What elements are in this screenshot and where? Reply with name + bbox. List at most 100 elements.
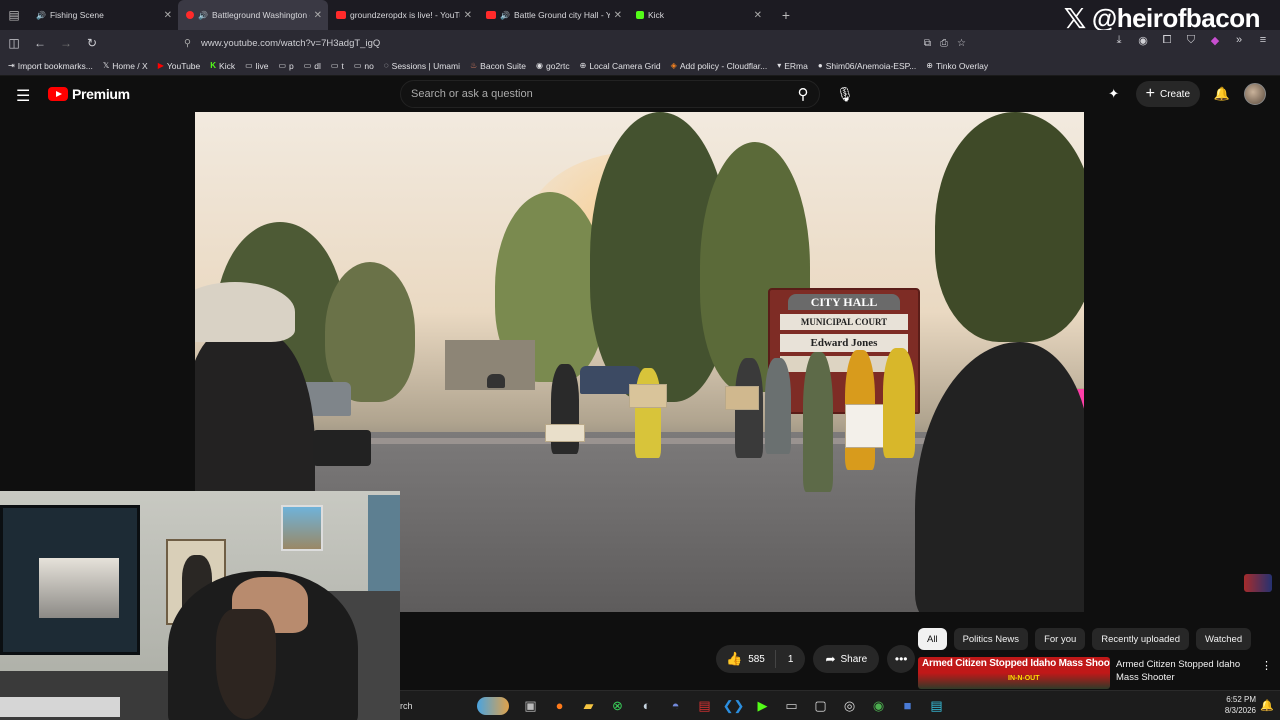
- profile-extension-icon[interactable]: ◆: [1208, 34, 1222, 47]
- protest-sign: [545, 424, 585, 442]
- bookmark-folder-live[interactable]: ▭ live: [245, 61, 268, 71]
- account-avatar[interactable]: [1244, 83, 1266, 105]
- window-app-icon[interactable]: ▢: [806, 691, 835, 720]
- search-input[interactable]: Search or ask a question: [400, 80, 820, 108]
- bookmark-youtube[interactable]: ▶ YouTube: [158, 61, 201, 71]
- globe-icon: ⊕: [579, 61, 587, 70]
- file-explorer-icon[interactable]: ▰: [574, 691, 603, 720]
- bookmark-folder-dl[interactable]: ▭ dl: [304, 61, 321, 71]
- bookmark-tinko[interactable]: ⊕ Tinko Overlay: [926, 61, 988, 71]
- chip-politics-news[interactable]: Politics News: [953, 628, 1029, 650]
- bookmark-import[interactable]: ⇥ Import bookmarks...: [8, 61, 93, 71]
- ask-sparkle-icon[interactable]: ✦: [1102, 86, 1126, 102]
- kebab-menu-icon[interactable]: ⋮: [1261, 659, 1272, 672]
- menu-icon[interactable]: ≡: [1256, 34, 1270, 47]
- clock-date: 8/3/2026: [1224, 706, 1256, 715]
- monitor: [0, 505, 140, 655]
- bookmark-star-icon[interactable]: ☆: [957, 38, 966, 49]
- speaker-icon[interactable]: 🔊: [36, 11, 46, 20]
- chip-recently-uploaded[interactable]: Recently uploaded: [1092, 628, 1189, 650]
- tab-battleground-washington[interactable]: 🔊 Battleground Washington o ✕: [178, 0, 328, 30]
- tab-battle-ground-city-hall[interactable]: 🔊 Battle Ground city Hall - Yo ✕: [478, 0, 628, 30]
- forward-icon[interactable]: →: [54, 32, 78, 54]
- chip-all[interactable]: All: [918, 628, 947, 650]
- bookmark-label: Import bookmarks...: [17, 60, 93, 71]
- extension-dark-icon[interactable]: ◉: [1136, 34, 1150, 47]
- notepad-icon[interactable]: ▤: [922, 691, 951, 720]
- url-text[interactable]: www.youtube.com/watch?v=7H3adgT_igQ: [201, 38, 380, 49]
- notifications-bell-icon[interactable]: 🔔: [1210, 86, 1234, 102]
- system-clock[interactable]: 6:52 PM 8/3/2026: [1225, 694, 1256, 716]
- steam-icon[interactable]: ◐: [632, 691, 661, 720]
- bookmark-local-camera[interactable]: ⊕ Local Camera Grid: [580, 61, 661, 71]
- voicemeeter-icon[interactable]: ▤: [690, 691, 719, 720]
- media-player-icon[interactable]: ▶: [748, 691, 777, 720]
- tab-fishing-scene[interactable]: 🔊 Fishing Scene ✕: [28, 0, 178, 30]
- shield-icon[interactable]: ⛉: [1184, 34, 1198, 47]
- terminal-icon[interactable]: ▭: [777, 691, 806, 720]
- bookmark-folder-no[interactable]: ▭ no: [354, 61, 374, 71]
- task-view-icon[interactable]: ▣: [516, 691, 545, 720]
- search-highlight-icon[interactable]: [470, 691, 516, 720]
- close-tab-icon[interactable]: ✕: [164, 10, 172, 21]
- discord-icon[interactable]: ◓: [661, 691, 690, 720]
- xbox-icon[interactable]: ⊗: [603, 691, 632, 720]
- speaker-icon[interactable]: 🔊: [198, 11, 208, 20]
- dislike-button[interactable]: 1: [776, 654, 806, 665]
- extensions-icon[interactable]: ⧠: [1160, 34, 1174, 47]
- create-label: Create: [1159, 88, 1190, 100]
- speaker-icon[interactable]: 🔊: [500, 11, 510, 20]
- phone-on-tripod: [313, 430, 371, 466]
- downloads-icon[interactable]: ⤓: [1112, 34, 1126, 47]
- tab-groundzeropdx[interactable]: groundzeropdx is live! - YouTub ✕: [328, 0, 478, 30]
- taskbar-search[interactable]: rch: [400, 691, 470, 720]
- app-icon[interactable]: ■: [893, 691, 922, 720]
- chip-watched[interactable]: Watched: [1195, 628, 1252, 650]
- bookmark-home-x[interactable]: 𝕏 Home / X: [103, 61, 148, 71]
- more-actions-icon[interactable]: •••: [887, 645, 916, 673]
- address-bar[interactable]: ⚲ www.youtube.com/watch?v=7H3adgT_igQ ⧉ …: [176, 33, 1026, 53]
- recommended-title[interactable]: Armed Citizen Stopped Idaho Mass Shooter: [1116, 658, 1244, 684]
- bookmark-folder-p[interactable]: ▭ p: [278, 61, 293, 71]
- bacon-icon: ♨: [470, 61, 478, 70]
- close-tab-icon[interactable]: ✕: [754, 10, 762, 21]
- new-tab-icon[interactable]: +: [776, 7, 796, 23]
- sidebar-toggle-icon[interactable]: ◫: [2, 32, 26, 54]
- create-button[interactable]: + Create: [1135, 81, 1200, 107]
- share-button[interactable]: ➦ Share: [813, 645, 880, 673]
- bookmark-umami[interactable]: ◌ Sessions | Umami: [384, 61, 460, 71]
- picture-in-picture-icon[interactable]: ⧉: [924, 38, 931, 49]
- bookmark-cloudflare[interactable]: ◈ Add policy - Cloudflar...: [671, 61, 768, 71]
- voice-search-icon[interactable]: 🎙: [832, 80, 858, 108]
- bookmark-go2rtc[interactable]: ◉ go2rtc: [536, 61, 570, 71]
- close-tab-icon[interactable]: ✕: [464, 10, 472, 21]
- close-tab-icon[interactable]: ✕: [314, 10, 322, 21]
- tab-list-icon[interactable]: ▤: [0, 0, 28, 30]
- bookmark-github[interactable]: ● Shim06/Anemoia-ESP...: [818, 61, 916, 71]
- close-tab-icon[interactable]: ✕: [614, 10, 622, 21]
- youtube-premium-logo[interactable]: Premium: [48, 86, 130, 102]
- like-button[interactable]: 👍 585: [716, 650, 776, 668]
- tab-kick[interactable]: Kick ✕: [628, 0, 768, 30]
- bookmark-bacon-suite[interactable]: ♨ Bacon Suite: [470, 61, 526, 71]
- search-icon[interactable]: ⚲: [786, 80, 820, 108]
- bookmark-folder-t[interactable]: ▭ t: [331, 61, 344, 71]
- overflow-chevron-icon[interactable]: »: [1232, 34, 1246, 47]
- back-icon[interactable]: ←: [28, 32, 52, 54]
- obs-icon[interactable]: ◎: [835, 691, 864, 720]
- chrome-icon[interactable]: ◉: [864, 691, 893, 720]
- github-icon: ●: [817, 61, 823, 70]
- firefox-icon[interactable]: ●: [545, 691, 574, 720]
- screenshot-icon[interactable]: ⎙: [940, 38, 948, 49]
- youtube-favicon-icon: [336, 11, 346, 19]
- notification-bell-icon[interactable]: 🔔: [1260, 699, 1274, 712]
- chip-for-you[interactable]: For you: [1035, 628, 1086, 650]
- recommended-thumbnail[interactable]: Armed Citizen Stopped Idaho Mass Shooter…: [918, 657, 1110, 689]
- vscode-icon[interactable]: ❮❯: [719, 691, 748, 720]
- bookmark-erma[interactable]: ▾ ERma: [777, 61, 808, 71]
- youtube-favicon-icon: [486, 11, 496, 19]
- bookmark-kick[interactable]: K Kick: [210, 61, 235, 71]
- site-info-icon[interactable]: ⚲: [184, 38, 191, 49]
- hamburger-menu-icon[interactable]: ☰: [16, 86, 30, 106]
- reload-icon[interactable]: ↻: [80, 32, 104, 54]
